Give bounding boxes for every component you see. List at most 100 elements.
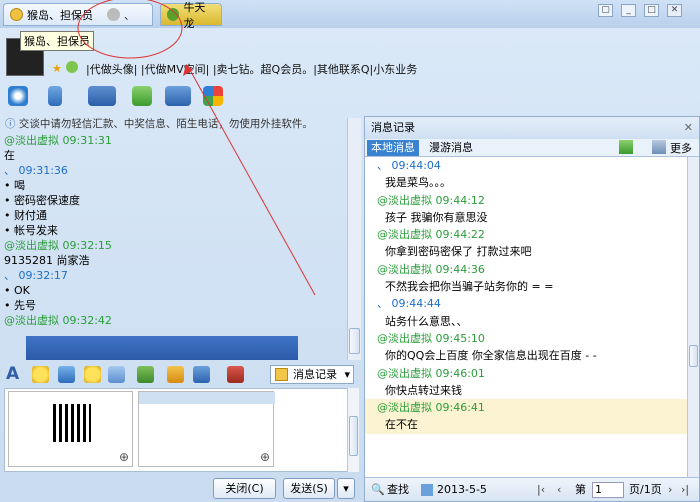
offline-contact-icon [107, 8, 120, 21]
chat-line: 、 09:31:36 [4, 164, 68, 177]
history-header: 消息记录 ✕ [365, 117, 699, 139]
notice-text: 交谈中请勿轻信汇款、中奖信息、陌生电话，勿使用外挂软件。 [18, 118, 313, 130]
next-page-icon[interactable]: › [668, 478, 672, 502]
remote-assist-icon[interactable] [132, 86, 152, 106]
music-icon[interactable] [167, 366, 184, 383]
calendar-icon[interactable] [421, 484, 433, 496]
history-messages[interactable]: 、 09:44:04 我是菜鸟。。。 @淡出虚拟 09:44:12 孩子 我骗你有意思… [365, 157, 687, 463]
font-icon[interactable]: A [6, 364, 19, 384]
history-message-text: 你快点转过来钱 [385, 383, 462, 397]
chat-line: @淡出虚拟 09:31:31 [4, 134, 112, 147]
tab-local-messages[interactable]: 本地消息 [367, 140, 419, 156]
tab-active-contact[interactable]: 猴岛、担保员 、 [3, 3, 153, 26]
chat-scrollbar[interactable] [347, 118, 361, 360]
gift-icon[interactable] [227, 366, 244, 383]
chat-line: @淡出虚拟 09:32:42 [4, 314, 112, 327]
close-icon[interactable]: ✕ [684, 117, 693, 139]
scroll-thumb[interactable] [689, 345, 698, 367]
page-total: 页/1页 [629, 483, 662, 496]
chat-line: • 密码密保速度 [4, 194, 80, 207]
speaker-icon[interactable] [652, 140, 666, 154]
history-message-text: 你的QQ会上百度 你全家信息出现在百度 - - [385, 349, 597, 363]
history-scrollbar[interactable] [687, 157, 699, 477]
page-input[interactable]: 1 [592, 482, 624, 498]
page-label: 第 [575, 483, 586, 496]
contact-avatar-icon [167, 8, 180, 21]
chat-line: • 先号 [4, 299, 36, 312]
voice-call-icon[interactable] [48, 86, 62, 106]
security-notice: ⓘ 交谈中请勿轻信汇款、中奖信息、陌生电话，勿使用外挂软件。 [5, 116, 361, 132]
more-link[interactable]: 更多 [670, 140, 692, 156]
image-preview [26, 336, 298, 360]
history-footer: 🔍 查找 2013-5-5 |‹ ‹ 第 1 页/1页 › ›| [365, 477, 699, 501]
history-message-text: 在不在 [365, 416, 687, 434]
chat-line: • OK [4, 284, 30, 297]
magic-emoji-icon[interactable] [58, 366, 75, 383]
message-history-panel: 消息记录 ✕ 本地消息 漫游消息 更多 、 09:44:04 我是菜鸟。。。 @淡出… [364, 116, 700, 502]
clock-icon [275, 368, 288, 381]
shake-icon[interactable] [84, 366, 101, 383]
history-message-header: 、 09:44:44 [377, 297, 441, 311]
apps-icon[interactable] [203, 86, 223, 106]
maximize-icon[interactable]: □ [644, 4, 659, 17]
pasted-screenshot-2: ⊕ [138, 391, 275, 467]
zoom-icon[interactable]: ⊕ [260, 450, 270, 464]
prev-page-icon[interactable]: ‹ [557, 478, 561, 502]
emoji-icon[interactable] [32, 366, 49, 383]
vip-star-icon: ★ [52, 62, 62, 75]
chat-line: 、 09:32:17 [4, 269, 68, 282]
restore-icon[interactable]: ▢ [598, 4, 613, 17]
input-scrollbar[interactable] [347, 388, 359, 472]
history-message-header: @淡出虚拟 09:46:01 [377, 366, 485, 380]
chat-line: • 财付通 [4, 209, 47, 222]
history-message-header: @淡出虚拟 09:45:10 [377, 331, 485, 345]
screenshot-header [139, 392, 275, 404]
chat-line: • 帐号发来 [4, 224, 58, 237]
export-icon[interactable] [619, 140, 633, 154]
history-title: 消息记录 [371, 121, 415, 134]
history-message-header: @淡出虚拟 09:44:22 [377, 228, 485, 242]
history-message-text: 站务什么意思、、 [385, 314, 468, 328]
file-transfer-icon[interactable] [88, 86, 116, 106]
first-page-icon[interactable]: |‹ [537, 478, 545, 502]
message-record-label: 消息记录 [293, 368, 337, 381]
history-message-text: 我是菜鸟。。。 [385, 176, 451, 190]
info-icon: ⓘ [5, 118, 16, 130]
screenshot-icon[interactable] [108, 366, 125, 383]
history-message-text: 你拿到密码密保了 打款过来吧 [385, 245, 532, 259]
tab-more-icon: 、 [124, 8, 135, 22]
history-message-text: 不然我会把你当骗子站务你的 = = [385, 280, 554, 294]
last-page-icon[interactable]: ›| [681, 478, 689, 502]
chat-line: 9135281 尚家浩 [4, 254, 90, 267]
image-icon[interactable] [137, 366, 154, 383]
status-icon [66, 61, 78, 73]
close-icon[interactable]: ✕ [667, 4, 682, 17]
zoom-icon[interactable]: ⊕ [119, 450, 129, 464]
tab-roaming-messages[interactable]: 漫游消息 [425, 140, 477, 156]
minimize-icon[interactable]: _ [621, 4, 636, 17]
chat-window: 猴岛、担保员 、 牛天龙 ▢ _ □ ✕ 猴岛、担保员 ★ |代做头像| |代做… [0, 0, 700, 502]
scroll-thumb[interactable] [349, 328, 360, 354]
scroll-thumb[interactable] [349, 416, 358, 456]
tab-contact-2[interactable]: 牛天龙 [160, 1, 222, 30]
signature: |代做头像| |代做MV空间| |卖七钻。超Q会员。|其他联系Q|小东业务 [86, 63, 418, 76]
tab-label: 猴岛、担保员 [27, 8, 93, 22]
screen-icon[interactable] [193, 366, 210, 383]
contact-status-icon [10, 8, 23, 21]
chat-history[interactable]: @淡出虚拟 09:31:31 在、 09:31:36 • 喝 • 密码密保速度 … [4, 133, 346, 345]
send-button[interactable]: 发送(S) [283, 478, 335, 499]
history-message-text: 孩子 我骗你有意思没 [385, 210, 488, 224]
chevron-down-icon: ▾ [344, 368, 350, 381]
message-record-button[interactable]: 消息记录 ▾ [270, 365, 354, 384]
history-tabs: 本地消息 漫游消息 更多 [365, 139, 699, 157]
video-call-icon[interactable] [8, 86, 28, 106]
screen-share-icon[interactable] [165, 86, 191, 106]
history-message-header: @淡出虚拟 09:46:41 [365, 399, 687, 417]
send-options-icon[interactable]: ▾ [337, 478, 355, 499]
tooltip: 猴岛、担保员 [20, 31, 94, 51]
search-icon[interactable]: 🔍 [371, 478, 385, 502]
close-button[interactable]: 关闭(C) [213, 478, 276, 499]
history-message-header: @淡出虚拟 09:44:36 [377, 262, 485, 276]
search-label[interactable]: 查找 [387, 478, 409, 502]
date-value[interactable]: 2013-5-5 [437, 478, 487, 502]
